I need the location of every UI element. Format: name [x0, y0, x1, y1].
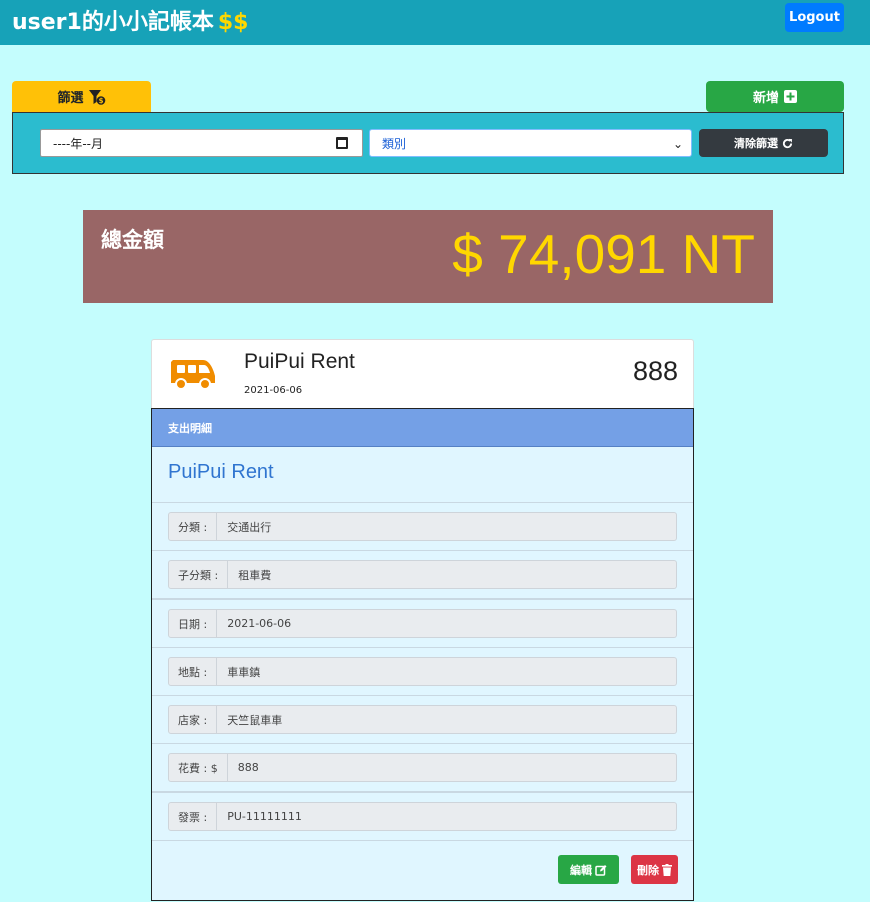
add-record-button[interactable]: 新增 — [706, 81, 844, 112]
divider — [152, 840, 693, 841]
svg-text:$: $ — [98, 97, 103, 105]
month-filter-input[interactable]: ----年--月 — [40, 129, 363, 157]
filter-panel: ----年--月 類別 ⌄ 清除篩選 — [12, 112, 844, 174]
record-title: PuiPui Rent — [244, 350, 355, 373]
month-filter-value: ----年--月 — [53, 136, 103, 151]
field-cost: 花費 : $ 888 — [168, 753, 677, 782]
edit-icon — [595, 864, 607, 876]
chevron-down-icon: ⌄ — [672, 137, 683, 151]
plus-square-icon — [784, 90, 797, 103]
calendar-icon[interactable] — [336, 137, 348, 149]
clear-filter-label: 清除篩選 — [734, 137, 778, 150]
divider — [152, 550, 693, 551]
field-category: 分類 : 交通出行 — [168, 512, 677, 541]
detail-header: 支出明細 — [152, 409, 693, 447]
detail-title: PuiPui Rent — [168, 461, 274, 483]
refresh-icon — [782, 138, 793, 148]
divider — [152, 598, 693, 600]
filter-button-label: 篩選 — [57, 91, 84, 106]
category-select[interactable]: 類別 ⌄ — [369, 129, 692, 157]
category-select-value: 類別 — [382, 136, 407, 151]
record-detail-panel: 支出明細 PuiPui Rent 分類 : 交通出行 子分類 : 租車費 日期 … — [151, 408, 694, 901]
edit-button-label: 編輯 — [570, 863, 592, 877]
field-label: 地點 : — [168, 657, 218, 686]
logout-button[interactable]: Logout — [785, 3, 844, 32]
field-value: 租車費 — [228, 560, 677, 589]
divider — [152, 743, 693, 744]
record-date: 2021-06-06 — [244, 385, 303, 396]
field-label: 店家 : — [168, 705, 218, 734]
field-value: PU-11111111 — [217, 802, 677, 831]
field-store: 店家 : 天竺鼠車車 — [168, 705, 677, 734]
field-value: 交通出行 — [217, 512, 677, 541]
field-value: 2021-06-06 — [217, 609, 677, 638]
bus-icon — [171, 360, 215, 390]
divider — [152, 791, 693, 793]
record-card-header[interactable]: PuiPui Rent 2021-06-06 888 — [151, 339, 694, 409]
divider — [152, 647, 693, 648]
trash-icon — [662, 863, 672, 876]
filter-toggle-button[interactable]: 篩選 $ — [12, 81, 151, 112]
field-value: 車車鎮 — [217, 657, 677, 686]
add-button-label: 新增 — [752, 91, 779, 106]
total-amount-value: $ 74,091 NT — [452, 223, 755, 285]
field-label: 日期 : — [168, 609, 218, 638]
field-date: 日期 : 2021-06-06 — [168, 609, 677, 638]
field-value: 888 — [227, 753, 677, 782]
total-amount-panel: 總金額 $ 74,091 NT — [83, 210, 773, 303]
field-value: 天竺鼠車車 — [217, 705, 677, 734]
field-label: 花費 : $ — [168, 753, 228, 782]
delete-button-label: 刪除 — [637, 863, 659, 877]
field-label: 發票 : — [168, 802, 218, 831]
app-title-text: user1的小小記帳本 — [12, 10, 214, 35]
total-label: 總金額 — [101, 228, 164, 252]
navbar: user1的小小記帳本 $$ Logout — [0, 0, 870, 45]
app-title: user1的小小記帳本 $$ — [12, 4, 248, 36]
clear-filter-button[interactable]: 清除篩選 — [699, 129, 828, 157]
field-invoice: 發票 : PU-11111111 — [168, 802, 677, 831]
record-amount: 888 — [632, 356, 678, 386]
edit-button[interactable]: 編輯 — [558, 855, 619, 884]
field-location: 地點 : 車車鎮 — [168, 657, 677, 686]
field-label: 子分類 : — [168, 560, 229, 589]
divider — [152, 502, 693, 503]
delete-button[interactable]: 刪除 — [631, 855, 678, 884]
field-subcategory: 子分類 : 租車費 — [168, 560, 677, 589]
divider — [152, 695, 693, 696]
filter-dollar-icon: $ — [88, 89, 105, 105]
app-title-dollars: $$ — [217, 10, 249, 35]
field-label: 分類 : — [168, 512, 218, 541]
